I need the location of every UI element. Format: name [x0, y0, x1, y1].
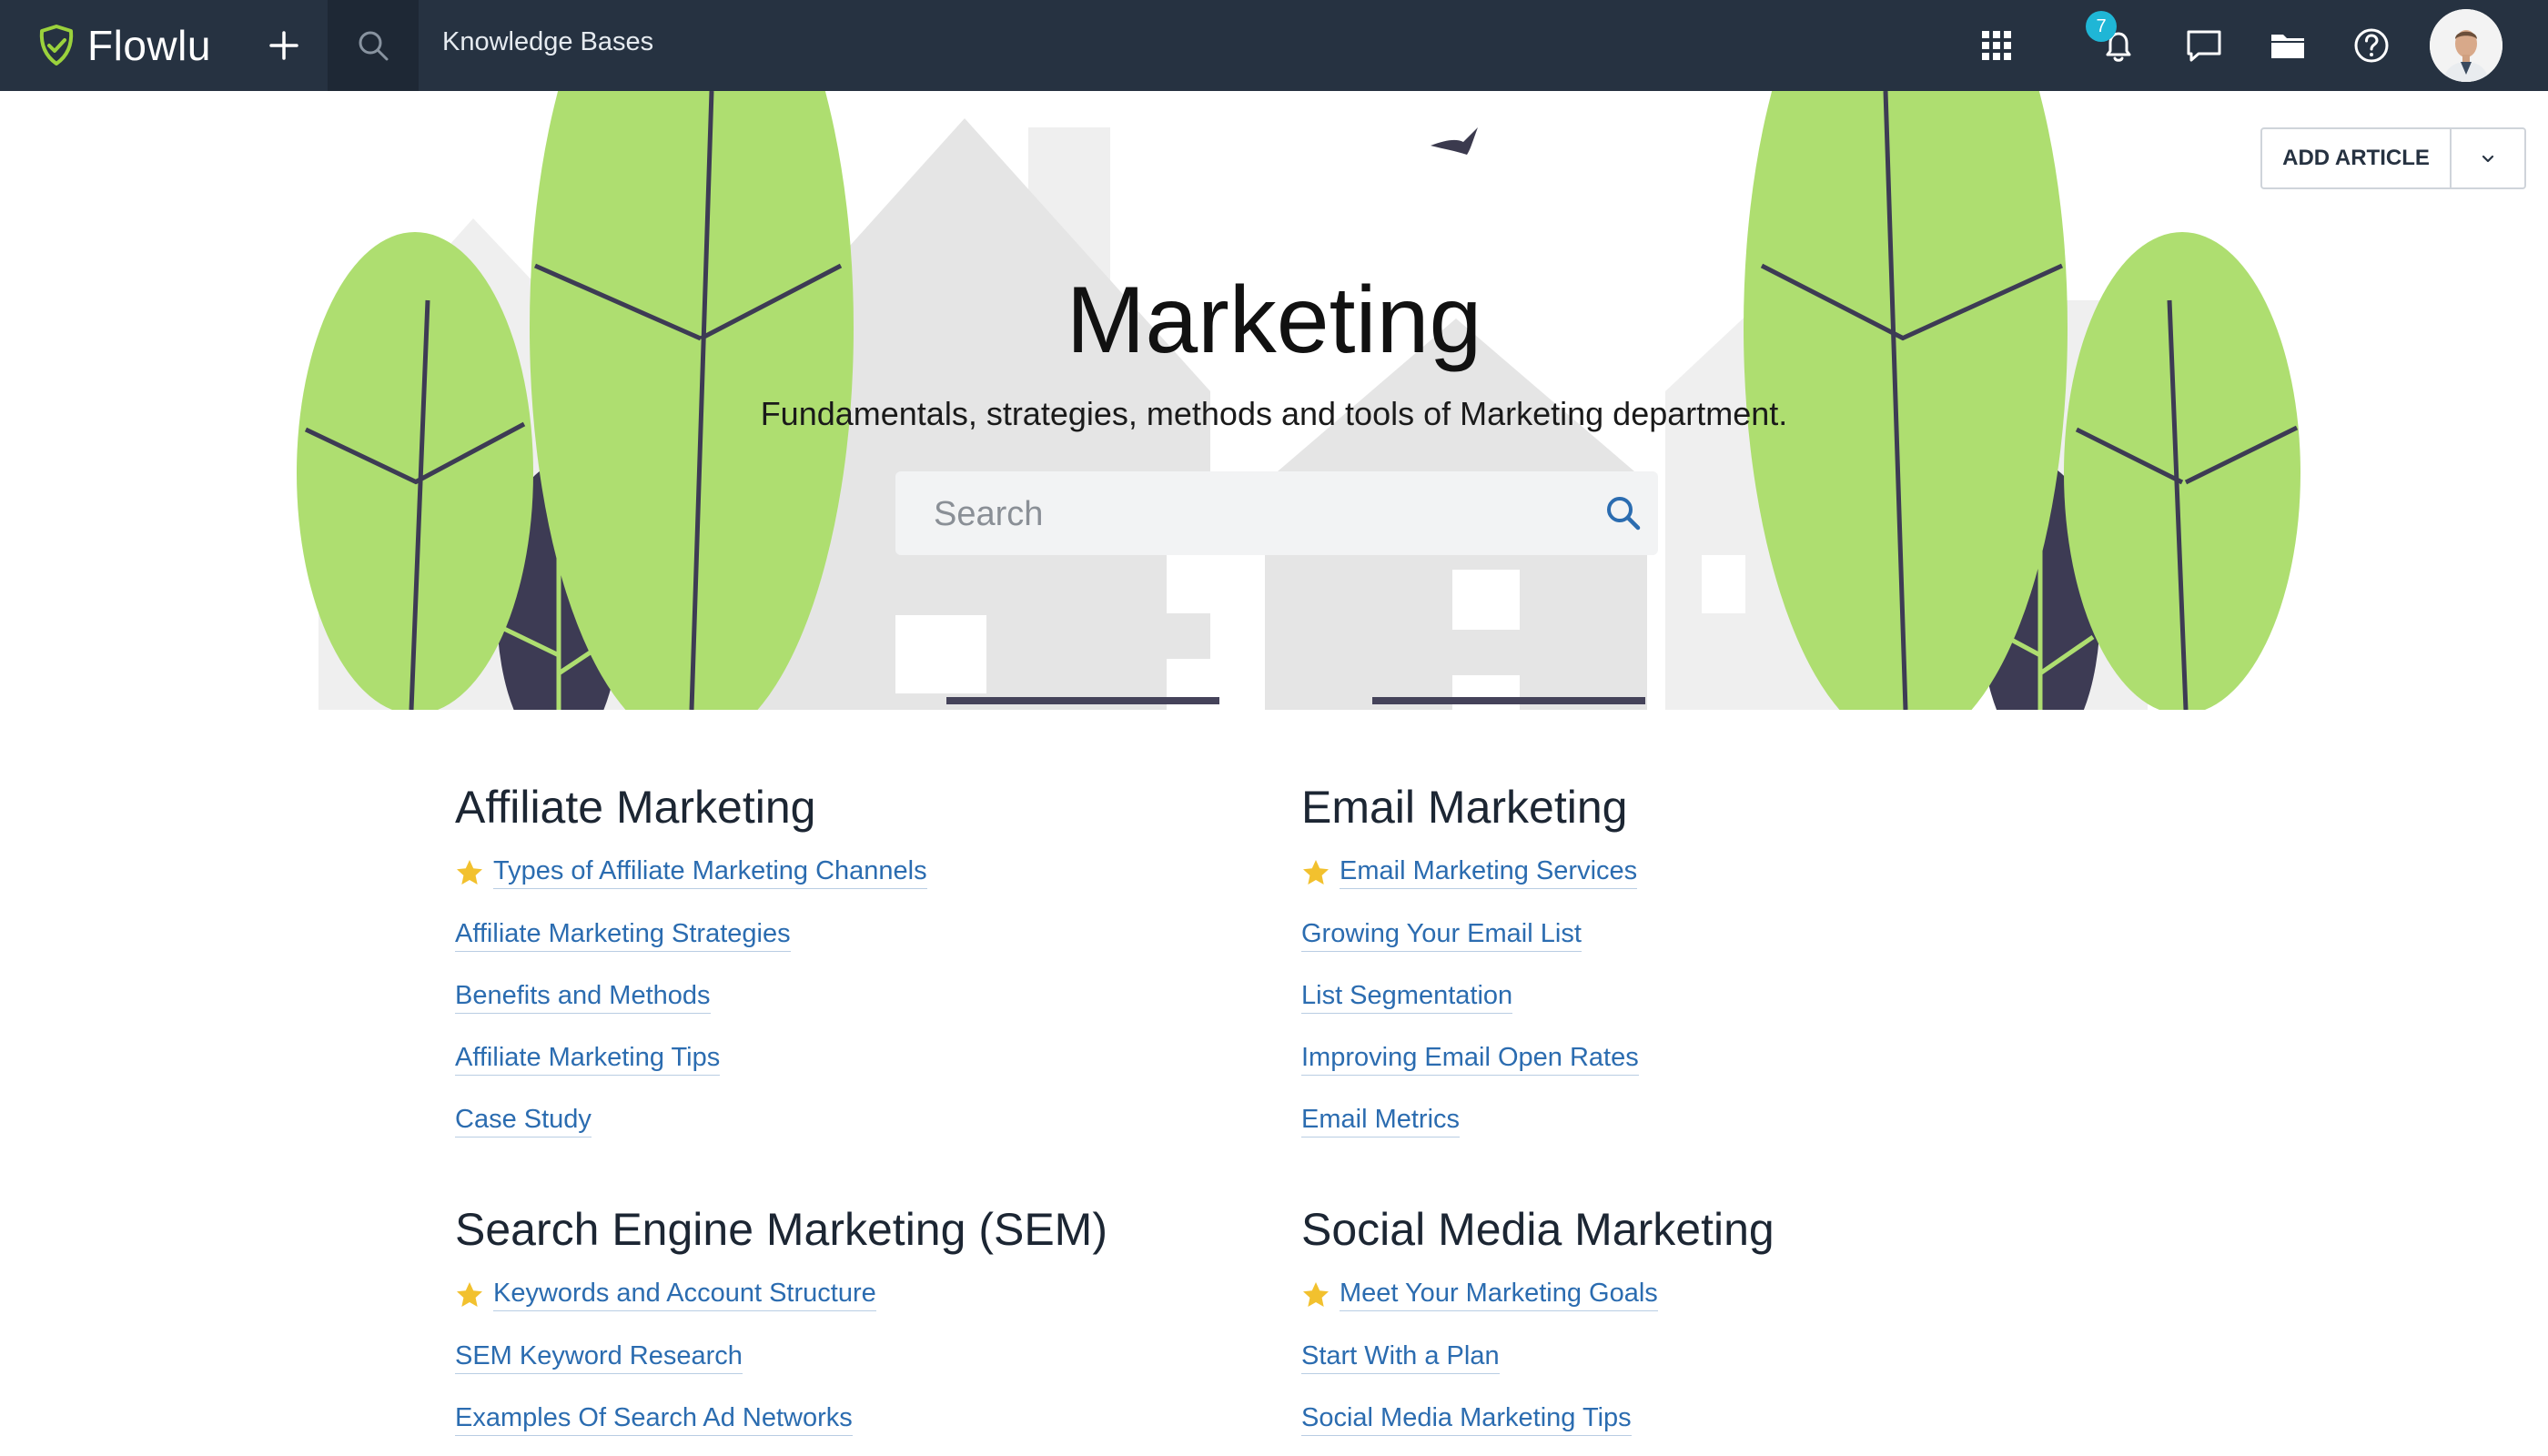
category-search-engine-marketing: Search Engine Marketing (SEM) Keywords a… — [455, 1207, 1238, 1451]
category-affiliate-marketing: Affiliate Marketing Types of Affiliate M… — [455, 784, 1238, 1152]
list-item: Keywords and Account Structure — [455, 1263, 1238, 1327]
list-item: List Segmentation — [1301, 966, 2084, 1028]
list-item: Meet Your Marketing Goals — [1301, 1263, 2084, 1327]
category-title[interactable]: Search Engine Marketing (SEM) — [455, 1207, 1238, 1263]
help-icon[interactable] — [2350, 24, 2393, 67]
search-icon[interactable] — [1603, 493, 1643, 533]
article-link[interactable]: Benefits and Methods — [455, 981, 711, 1014]
app-name: Flowlu — [87, 22, 211, 69]
category-title[interactable]: Social Media Marketing — [1301, 1207, 2084, 1263]
chat-icon[interactable] — [2182, 24, 2226, 67]
list-item: SEM Keyword Research — [455, 1327, 1238, 1389]
kb-search-input[interactable] — [932, 471, 1554, 557]
notification-badge[interactable]: 7 — [2086, 11, 2117, 42]
hero-banner: Marketing Fundamentals, strategies, meth… — [0, 91, 2548, 710]
add-article-split-button: ADD ARTICLE — [2260, 127, 2526, 189]
list-item: Case Study — [455, 1090, 1238, 1152]
list-item: Affiliate Marketing Tips — [455, 1028, 1238, 1090]
list-item: Affiliate Marketing Strategies — [455, 905, 1238, 966]
star-icon — [457, 1282, 482, 1307]
apps-grid-icon[interactable] — [1975, 24, 2018, 67]
article-list: Keywords and Account Structure SEM Keywo… — [455, 1263, 1238, 1451]
article-link[interactable]: Examples Of Search Ad Networks — [455, 1403, 853, 1436]
article-list: Meet Your Marketing Goals Start With a P… — [1301, 1263, 2084, 1451]
list-item: Examples Of Search Ad Networks — [455, 1389, 1238, 1451]
list-item: Email Marketing Services — [1301, 841, 2084, 905]
article-link[interactable]: Types of Affiliate Marketing Channels — [493, 856, 927, 889]
star-icon — [457, 860, 482, 885]
category-title[interactable]: Affiliate Marketing — [455, 784, 1238, 841]
article-link[interactable]: Case Study — [455, 1105, 592, 1138]
article-list: Types of Affiliate Marketing Channels Af… — [455, 841, 1238, 1152]
add-article-button[interactable]: ADD ARTICLE — [2262, 129, 2452, 187]
article-link[interactable]: Affiliate Marketing Tips — [455, 1043, 721, 1076]
star-icon — [1303, 860, 1329, 885]
list-item: Start With a Plan — [1301, 1327, 2084, 1389]
create-button[interactable] — [260, 22, 308, 69]
article-link[interactable]: Affiliate Marketing Strategies — [455, 919, 791, 952]
add-article-dropdown[interactable] — [2452, 129, 2524, 187]
article-link[interactable]: Social Media Marketing Tips — [1301, 1403, 1632, 1436]
list-item: Types of Affiliate Marketing Channels — [455, 841, 1238, 905]
list-item: Social Media Marketing Tips — [1301, 1389, 2084, 1451]
list-item: Improving Email Open Rates — [1301, 1028, 2084, 1090]
chevron-down-icon — [2482, 155, 2494, 163]
article-link[interactable]: Email Metrics — [1301, 1105, 1461, 1138]
breadcrumb[interactable]: Knowledge Bases — [442, 27, 653, 57]
article-link[interactable]: Growing Your Email List — [1301, 919, 1582, 952]
article-link[interactable]: Email Marketing Services — [1340, 856, 1638, 889]
article-link[interactable]: Keywords and Account Structure — [493, 1279, 876, 1311]
category-social-media-marketing: Social Media Marketing Meet Your Marketi… — [1301, 1207, 2084, 1451]
check-shield-icon — [39, 25, 74, 66]
kb-search-box — [895, 471, 1658, 557]
category-email-marketing: Email Marketing Email Marketing Services… — [1301, 784, 2084, 1152]
star-icon — [1303, 1282, 1329, 1307]
folder-icon[interactable] — [2266, 24, 2310, 67]
search-icon — [359, 31, 389, 61]
page-subtitle: Fundamentals, strategies, methods and to… — [760, 395, 1788, 432]
list-item: Email Metrics — [1301, 1090, 2084, 1152]
article-link[interactable]: Improving Email Open Rates — [1301, 1043, 1639, 1076]
user-avatar[interactable] — [2430, 9, 2502, 82]
article-link[interactable]: List Segmentation — [1301, 981, 1513, 1014]
article-list: Email Marketing Services Growing Your Em… — [1301, 841, 2084, 1152]
list-item: Growing Your Email List — [1301, 905, 2084, 966]
page-title: Marketing — [1066, 268, 1482, 373]
flowlu-logo[interactable]: Flowlu — [35, 22, 211, 69]
list-item: Benefits and Methods — [455, 966, 1238, 1028]
article-link[interactable]: Start With a Plan — [1301, 1341, 1500, 1374]
avatar-icon — [2430, 9, 2502, 82]
global-search-button[interactable] — [328, 0, 419, 91]
category-title[interactable]: Email Marketing — [1301, 784, 2084, 841]
article-link[interactable]: Meet Your Marketing Goals — [1340, 1279, 1658, 1311]
plus-icon — [269, 31, 298, 60]
article-link[interactable]: SEM Keyword Research — [455, 1341, 743, 1374]
top-bar: Flowlu Knowledge Bases 7 — [0, 0, 2548, 91]
